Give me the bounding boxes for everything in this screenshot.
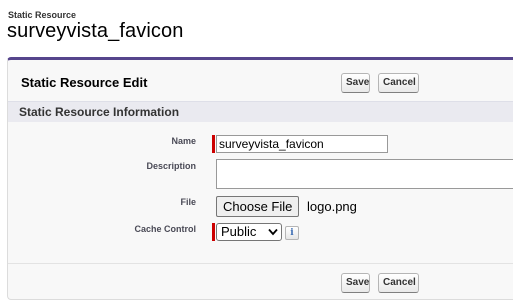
cancel-button-top[interactable]: Cancel	[378, 73, 419, 93]
choose-file-button[interactable]: Choose File	[216, 196, 300, 217]
page-type-label: Static Resource	[8, 10, 77, 20]
required-indicator-cache	[212, 223, 215, 241]
cache-control-label: Cache Control	[134, 224, 196, 234]
page-root: Static Resource surveyvista_favicon Stat…	[0, 0, 513, 304]
cache-control-value: Public	[221, 224, 257, 239]
name-label: Name	[171, 136, 196, 146]
description-textarea[interactable]	[216, 159, 513, 189]
cache-control-select[interactable]: Public	[216, 223, 282, 241]
save-button-bottom[interactable]: Save	[341, 273, 370, 293]
description-label: Description	[146, 161, 196, 171]
chevron-down-icon	[268, 228, 278, 236]
cancel-button-bottom[interactable]: Cancel	[378, 273, 419, 293]
file-label: File	[180, 197, 196, 207]
required-indicator-name	[212, 135, 215, 153]
section-title: Static Resource Information	[19, 105, 180, 119]
page-title: surveyvista_favicon	[7, 20, 184, 42]
panel-title: Static Resource Edit	[21, 75, 148, 90]
info-icon[interactable]: i	[285, 226, 299, 240]
footer-divider	[8, 263, 513, 264]
name-input[interactable]: surveyvista_favicon	[216, 135, 388, 153]
selected-file-name: logo.png	[307, 199, 357, 214]
save-button-top[interactable]: Save	[341, 73, 370, 93]
section-header: Static Resource Information	[8, 101, 513, 122]
